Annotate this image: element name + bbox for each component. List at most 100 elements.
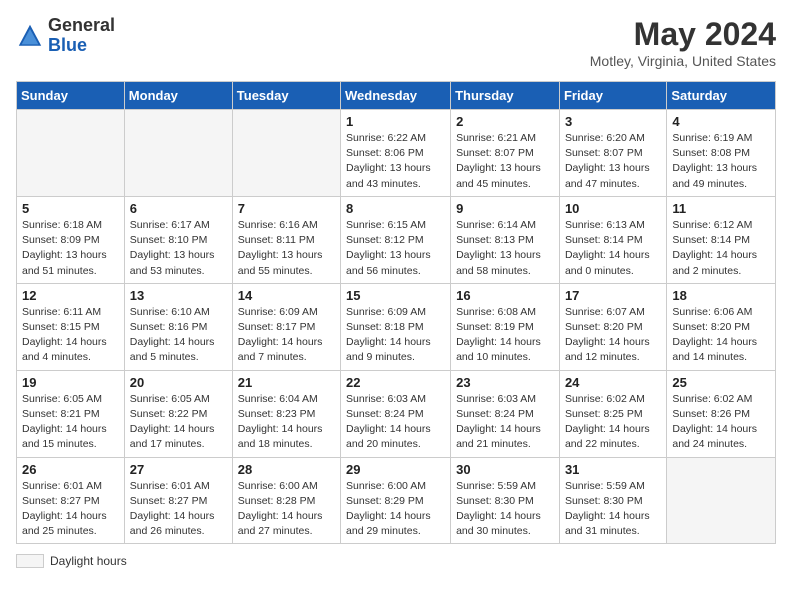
calendar-cell: 14Sunrise: 6:09 AM Sunset: 8:17 PM Dayli… bbox=[232, 283, 340, 370]
day-info: Sunrise: 6:22 AM Sunset: 8:06 PM Dayligh… bbox=[346, 131, 445, 192]
day-info: Sunrise: 6:02 AM Sunset: 8:25 PM Dayligh… bbox=[565, 392, 661, 453]
weekday-header-friday: Friday bbox=[559, 82, 666, 110]
day-number: 16 bbox=[456, 288, 554, 303]
day-number: 4 bbox=[672, 114, 770, 129]
day-info: Sunrise: 6:11 AM Sunset: 8:15 PM Dayligh… bbox=[22, 305, 119, 366]
day-number: 9 bbox=[456, 201, 554, 216]
legend: Daylight hours bbox=[16, 554, 776, 568]
calendar-cell bbox=[124, 110, 232, 197]
day-info: Sunrise: 6:08 AM Sunset: 8:19 PM Dayligh… bbox=[456, 305, 554, 366]
calendar-cell: 16 Sunrise: 6:08 AM Sunset: 8:19 PM Dayli… bbox=[451, 283, 560, 370]
calendar-cell: 11 Sunrise: 6:12 AM Sunset: 8:14 PM Dayli… bbox=[667, 196, 776, 283]
day-number: 5 bbox=[22, 201, 119, 216]
day-number: 1 bbox=[346, 114, 445, 129]
calendar-cell bbox=[232, 110, 340, 197]
day-number: 15 bbox=[346, 288, 445, 303]
calendar-cell: 15 Sunrise: 6:09 AM Sunset: 8:18 PM Dayli… bbox=[341, 283, 451, 370]
day-number: 25 bbox=[672, 375, 770, 390]
calendar-cell: 9 Sunrise: 6:14 AM Sunset: 8:13 PM Daylig… bbox=[451, 196, 560, 283]
day-number: 3 bbox=[565, 114, 661, 129]
logo: General Blue bbox=[16, 16, 115, 56]
month-title: May 2024 bbox=[590, 16, 776, 53]
day-info: Sunrise: 5:59 AM Sunset: 8:30 PM Dayligh… bbox=[565, 479, 661, 540]
day-number: 17 bbox=[565, 288, 661, 303]
day-info: Sunrise: 6:14 AM Sunset: 8:13 PM Dayligh… bbox=[456, 218, 554, 279]
weekday-header-monday: Monday bbox=[124, 82, 232, 110]
calendar-cell: 2 Sunrise: 6:21 AM Sunset: 8:07 PM Daylig… bbox=[451, 110, 560, 197]
calendar-cell: 8Sunrise: 6:15 AM Sunset: 8:12 PM Daylig… bbox=[341, 196, 451, 283]
calendar-week-3: 12Sunrise: 6:11 AM Sunset: 8:15 PM Dayli… bbox=[17, 283, 776, 370]
weekday-header-row: SundayMondayTuesdayWednesdayThursdayFrid… bbox=[17, 82, 776, 110]
calendar-cell: 20 Sunrise: 6:05 AM Sunset: 8:22 PM Dayli… bbox=[124, 370, 232, 457]
logo-general-text: General bbox=[48, 16, 115, 36]
day-number: 26 bbox=[22, 462, 119, 477]
calendar-cell: 21 Sunrise: 6:04 AM Sunset: 8:23 PM Dayli… bbox=[232, 370, 340, 457]
day-number: 18 bbox=[672, 288, 770, 303]
calendar-cell: 22 Sunrise: 6:03 AM Sunset: 8:24 PM Dayli… bbox=[341, 370, 451, 457]
day-info: Sunrise: 6:01 AM Sunset: 8:27 PM Dayligh… bbox=[130, 479, 227, 540]
day-number: 29 bbox=[346, 462, 445, 477]
day-number: 27 bbox=[130, 462, 227, 477]
calendar-cell: 5 Sunrise: 6:18 AM Sunset: 8:09 PM Daylig… bbox=[17, 196, 125, 283]
calendar-week-5: 26 Sunrise: 6:01 AM Sunset: 8:27 PM Dayli… bbox=[17, 457, 776, 544]
day-number: 6 bbox=[130, 201, 227, 216]
day-info: Sunrise: 5:59 AM Sunset: 8:30 PM Dayligh… bbox=[456, 479, 554, 540]
day-info: Sunrise: 6:00 AM Sunset: 8:28 PM Dayligh… bbox=[238, 479, 335, 540]
day-info: Sunrise: 6:05 AM Sunset: 8:22 PM Dayligh… bbox=[130, 392, 227, 453]
calendar-cell bbox=[667, 457, 776, 544]
day-number: 13 bbox=[130, 288, 227, 303]
day-info: Sunrise: 6:06 AM Sunset: 8:20 PM Dayligh… bbox=[672, 305, 770, 366]
calendar-cell: 13Sunrise: 6:10 AM Sunset: 8:16 PM Dayli… bbox=[124, 283, 232, 370]
calendar-cell: 3 Sunrise: 6:20 AM Sunset: 8:07 PM Daylig… bbox=[559, 110, 666, 197]
calendar-cell: 29 Sunrise: 6:00 AM Sunset: 8:29 PM Dayli… bbox=[341, 457, 451, 544]
weekday-header-sunday: Sunday bbox=[17, 82, 125, 110]
calendar-cell: 19 Sunrise: 6:05 AM Sunset: 8:21 PM Dayli… bbox=[17, 370, 125, 457]
day-info: Sunrise: 6:13 AM Sunset: 8:14 PM Dayligh… bbox=[565, 218, 661, 279]
day-info: Sunrise: 6:17 AM Sunset: 8:10 PM Dayligh… bbox=[130, 218, 227, 279]
day-number: 21 bbox=[238, 375, 335, 390]
calendar-week-1: 1 Sunrise: 6:22 AM Sunset: 8:06 PM Daylig… bbox=[17, 110, 776, 197]
day-info: Sunrise: 6:03 AM Sunset: 8:24 PM Dayligh… bbox=[456, 392, 554, 453]
day-info: Sunrise: 6:04 AM Sunset: 8:23 PM Dayligh… bbox=[238, 392, 335, 453]
weekday-header-tuesday: Tuesday bbox=[232, 82, 340, 110]
day-info: Sunrise: 6:18 AM Sunset: 8:09 PM Dayligh… bbox=[22, 218, 119, 279]
day-number: 7 bbox=[238, 201, 335, 216]
day-info: Sunrise: 6:07 AM Sunset: 8:20 PM Dayligh… bbox=[565, 305, 661, 366]
calendar-cell: 12Sunrise: 6:11 AM Sunset: 8:15 PM Dayli… bbox=[17, 283, 125, 370]
calendar-table: SundayMondayTuesdayWednesdayThursdayFrid… bbox=[16, 81, 776, 544]
calendar-cell bbox=[17, 110, 125, 197]
logo-icon bbox=[16, 22, 44, 50]
weekday-header-thursday: Thursday bbox=[451, 82, 560, 110]
day-number: 19 bbox=[22, 375, 119, 390]
day-number: 11 bbox=[672, 201, 770, 216]
calendar-cell: 27 Sunrise: 6:01 AM Sunset: 8:27 PM Dayli… bbox=[124, 457, 232, 544]
calendar-cell: 25Sunrise: 6:02 AM Sunset: 8:26 PM Dayli… bbox=[667, 370, 776, 457]
day-info: Sunrise: 6:05 AM Sunset: 8:21 PM Dayligh… bbox=[22, 392, 119, 453]
calendar-cell: 28 Sunrise: 6:00 AM Sunset: 8:28 PM Dayli… bbox=[232, 457, 340, 544]
legend-label: Daylight hours bbox=[50, 554, 127, 568]
logo-blue-text: Blue bbox=[48, 36, 115, 56]
day-info: Sunrise: 6:19 AM Sunset: 8:08 PM Dayligh… bbox=[672, 131, 770, 192]
day-info: Sunrise: 6:00 AM Sunset: 8:29 PM Dayligh… bbox=[346, 479, 445, 540]
day-number: 20 bbox=[130, 375, 227, 390]
calendar-week-4: 19 Sunrise: 6:05 AM Sunset: 8:21 PM Dayli… bbox=[17, 370, 776, 457]
day-info: Sunrise: 6:20 AM Sunset: 8:07 PM Dayligh… bbox=[565, 131, 661, 192]
day-info: Sunrise: 6:03 AM Sunset: 8:24 PM Dayligh… bbox=[346, 392, 445, 453]
day-number: 10 bbox=[565, 201, 661, 216]
day-info: Sunrise: 6:12 AM Sunset: 8:14 PM Dayligh… bbox=[672, 218, 770, 279]
day-number: 2 bbox=[456, 114, 554, 129]
day-number: 24 bbox=[565, 375, 661, 390]
calendar-cell: 31 Sunrise: 5:59 AM Sunset: 8:30 PM Dayli… bbox=[559, 457, 666, 544]
calendar-cell: 30Sunrise: 5:59 AM Sunset: 8:30 PM Dayli… bbox=[451, 457, 560, 544]
weekday-header-wednesday: Wednesday bbox=[341, 82, 451, 110]
day-info: Sunrise: 6:21 AM Sunset: 8:07 PM Dayligh… bbox=[456, 131, 554, 192]
day-number: 28 bbox=[238, 462, 335, 477]
day-info: Sunrise: 6:16 AM Sunset: 8:11 PM Dayligh… bbox=[238, 218, 335, 279]
calendar-week-2: 5 Sunrise: 6:18 AM Sunset: 8:09 PM Daylig… bbox=[17, 196, 776, 283]
calendar-cell: 24 Sunrise: 6:02 AM Sunset: 8:25 PM Dayli… bbox=[559, 370, 666, 457]
day-number: 31 bbox=[565, 462, 661, 477]
day-number: 22 bbox=[346, 375, 445, 390]
calendar-cell: 10 Sunrise: 6:13 AM Sunset: 8:14 PM Dayli… bbox=[559, 196, 666, 283]
day-info: Sunrise: 6:09 AM Sunset: 8:18 PM Dayligh… bbox=[346, 305, 445, 366]
calendar-cell: 17 Sunrise: 6:07 AM Sunset: 8:20 PM Dayli… bbox=[559, 283, 666, 370]
